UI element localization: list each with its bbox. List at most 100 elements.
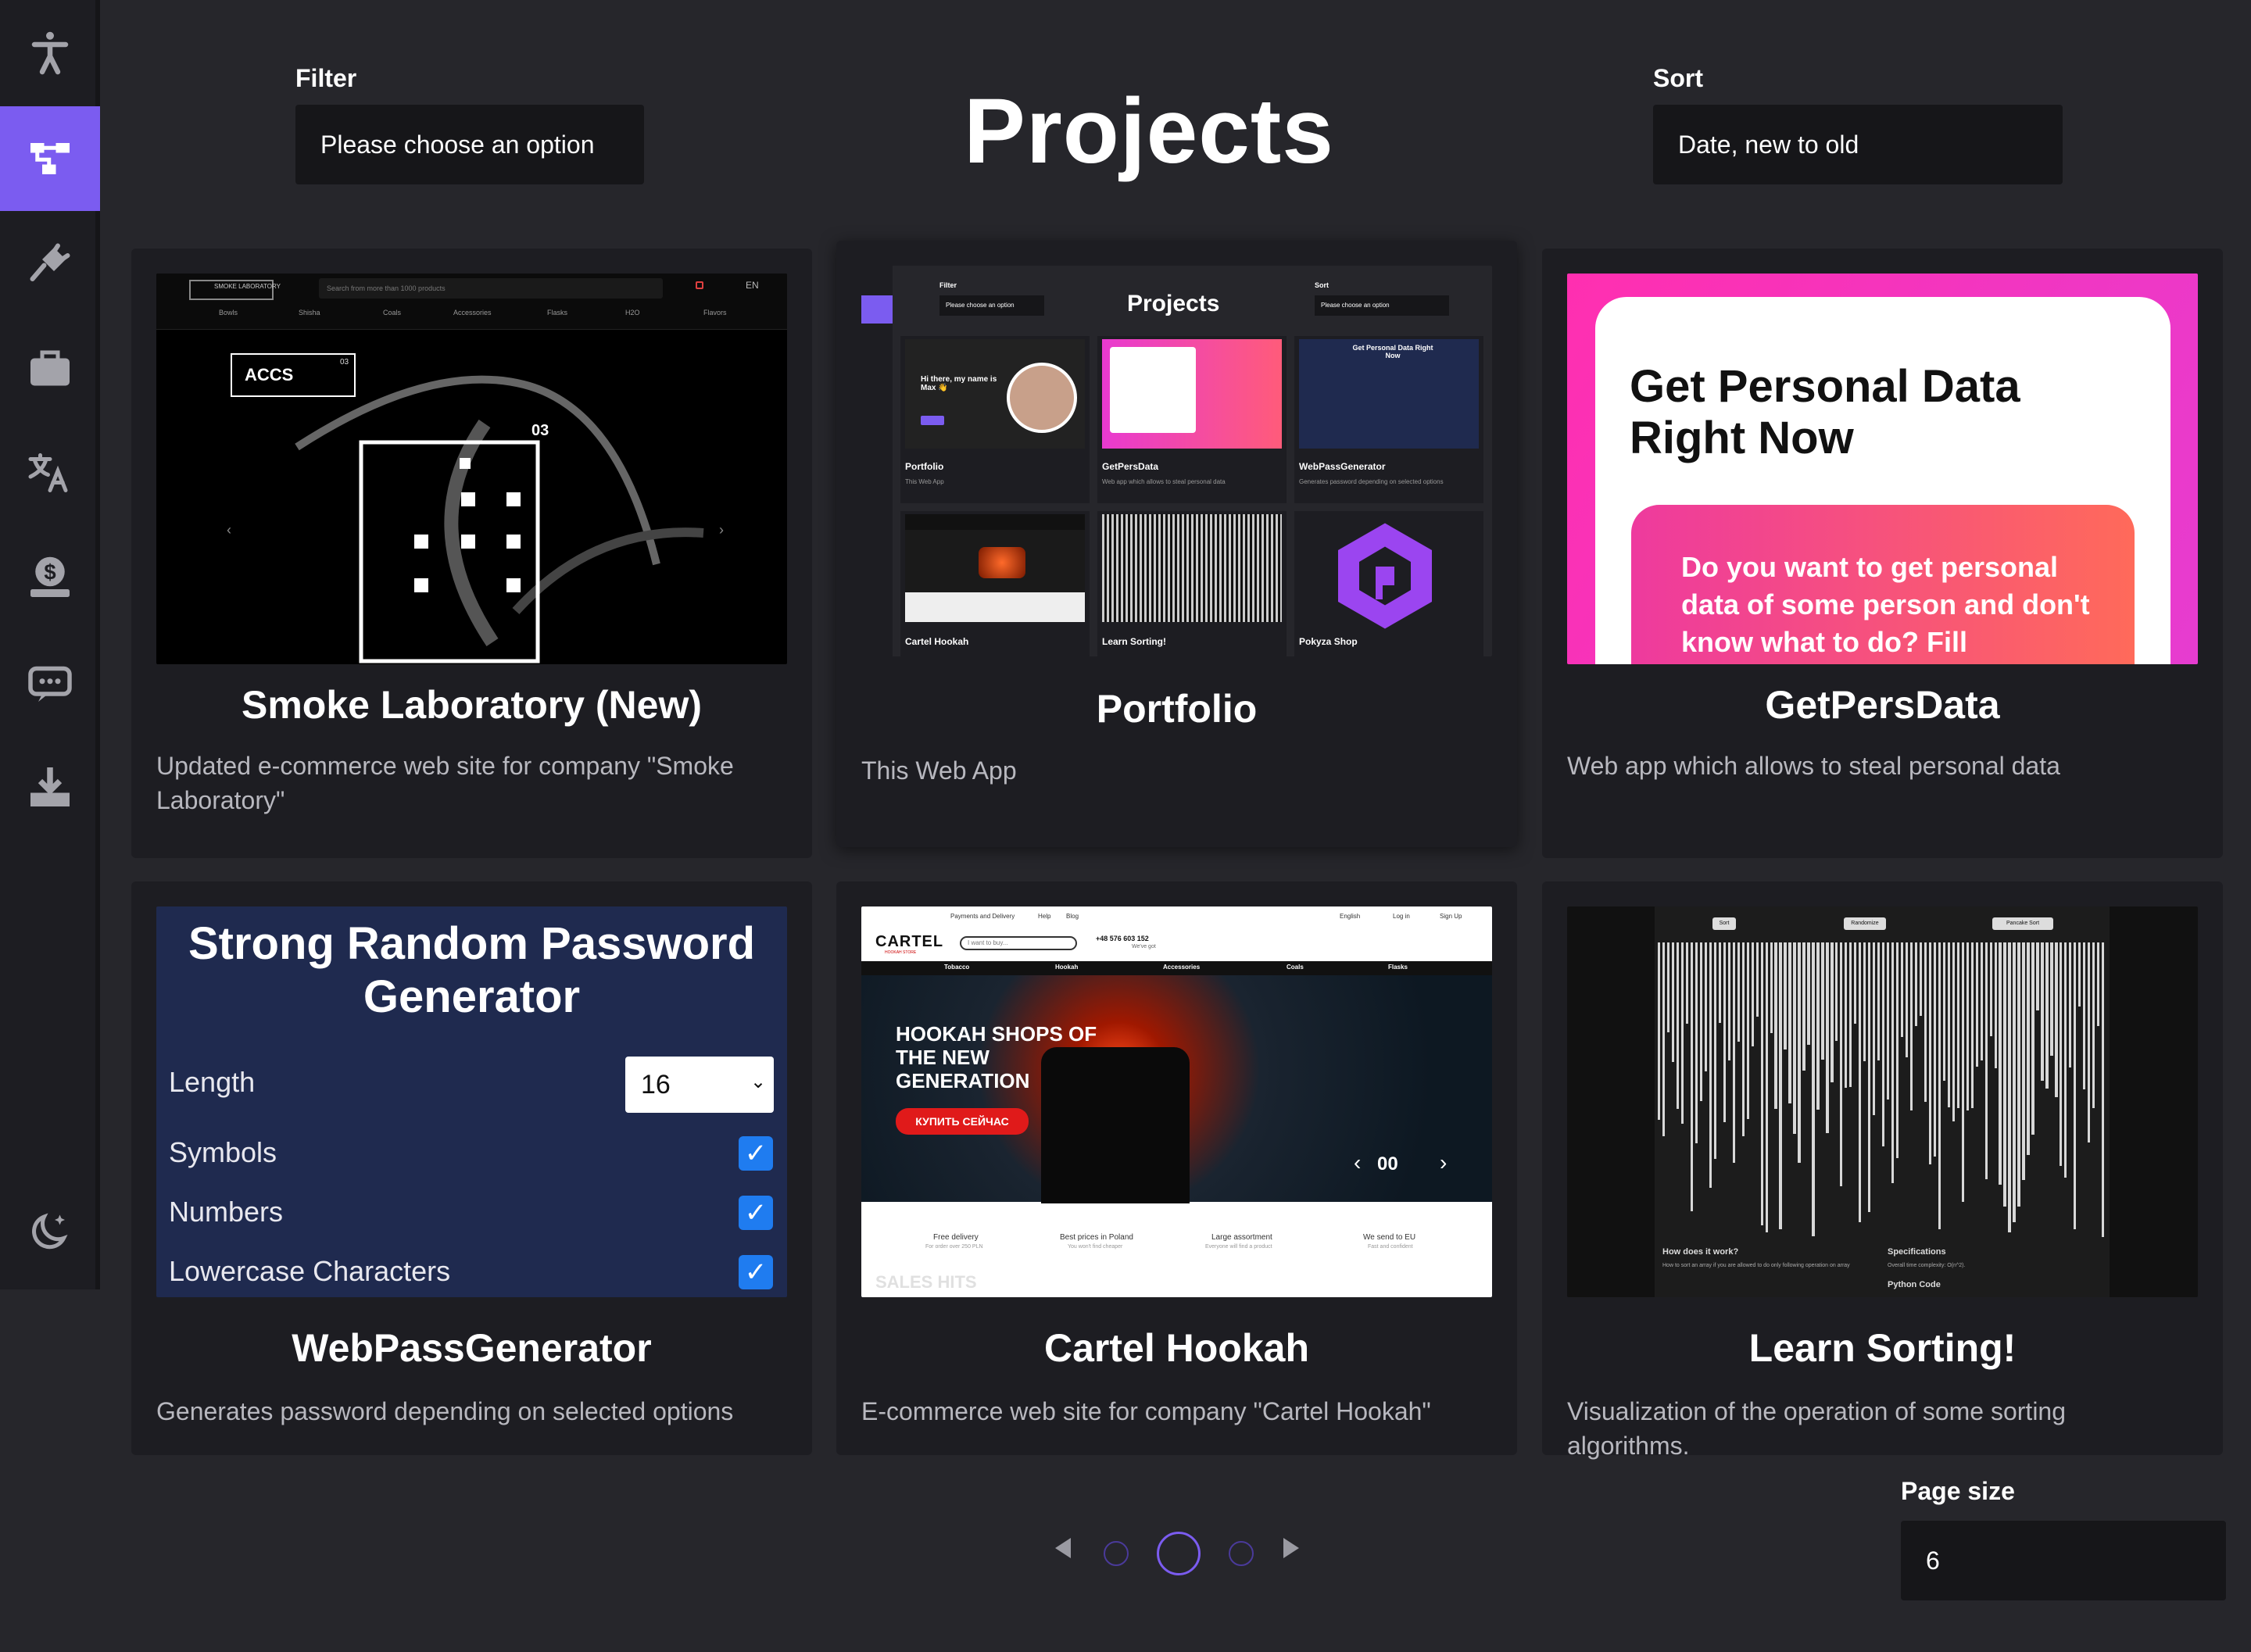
project-thumbnail: SMOKE LABORATORY Search from more than 1… bbox=[156, 274, 787, 664]
svg-text:›: › bbox=[719, 522, 724, 538]
site-logo: SMOKE LABORATORY bbox=[189, 280, 281, 300]
prev-page-icon[interactable] bbox=[1055, 1538, 1071, 1558]
contact-nav-button[interactable] bbox=[0, 630, 100, 735]
sort-bar bbox=[2102, 942, 2105, 1238]
page-dot[interactable] bbox=[1104, 1541, 1129, 1566]
mini-card-title: Cartel Hookah bbox=[905, 636, 969, 647]
download-icon bbox=[30, 767, 70, 806]
sort-bar bbox=[1699, 942, 1703, 1102]
sort-bar bbox=[1723, 942, 1726, 1122]
filter-select[interactable]: Please choose an option bbox=[295, 105, 644, 184]
theme-toggle-button[interactable] bbox=[0, 1180, 100, 1285]
project-card[interactable]: Filter Please choose an option Projects … bbox=[836, 241, 1517, 847]
sort-bar bbox=[1961, 942, 1964, 1202]
cartel-feature-sub: Fast and confident bbox=[1368, 1244, 1413, 1250]
sort-bar bbox=[1798, 942, 1801, 1163]
sort-bar bbox=[2045, 942, 2049, 1089]
sort-question: How does it work? bbox=[1662, 1247, 1739, 1257]
sort-bar bbox=[1713, 942, 1717, 1160]
mini-sort: Please choose an option bbox=[1315, 295, 1449, 316]
cartel-nav-item: Coals bbox=[1287, 964, 1304, 971]
project-description: This Web App bbox=[861, 756, 1017, 785]
sort-bar bbox=[2055, 942, 2058, 1098]
checkbox-checked-icon: ✓ bbox=[739, 1196, 773, 1230]
project-card[interactable]: Payments and Delivery Help Blog English … bbox=[836, 881, 1517, 1455]
checkbox-checked-icon: ✓ bbox=[739, 1255, 773, 1289]
sort-spec-body: Overall time complexity: O(n^2). bbox=[1888, 1263, 1966, 1268]
sort-bar bbox=[1994, 942, 1997, 1069]
sort-spec: Specifications bbox=[1888, 1247, 1946, 1257]
project-card[interactable]: SMOKE LABORATORY Search from more than 1… bbox=[131, 249, 812, 858]
project-card[interactable]: Strong Random Password Generator Length … bbox=[131, 881, 812, 1455]
experience-nav-button[interactable] bbox=[0, 316, 100, 420]
sort-bar bbox=[2008, 942, 2011, 1232]
pass-option-label: Lowercase Characters bbox=[169, 1255, 451, 1287]
skills-nav-button[interactable] bbox=[0, 211, 100, 316]
sort-bar bbox=[2003, 942, 2006, 1207]
projects-nav-button[interactable] bbox=[0, 106, 100, 211]
next-page-icon[interactable] bbox=[1283, 1538, 1299, 1558]
sort-bar bbox=[1905, 942, 1909, 1058]
sort-bar bbox=[1956, 942, 1959, 1108]
sort-bar bbox=[1680, 942, 1684, 1124]
sort-select[interactable]: Date, new to old bbox=[1653, 105, 2063, 184]
sort-bar bbox=[2083, 942, 2086, 1089]
sort-bar bbox=[1770, 942, 1773, 1034]
page-dot-active[interactable] bbox=[1157, 1532, 1201, 1575]
getpers-body: Do you want to get personal data of some… bbox=[1681, 551, 2090, 658]
project-card[interactable]: Sort Randomize Pancake Sort How does it … bbox=[1542, 881, 2223, 1460]
accessibility-button[interactable] bbox=[0, 0, 100, 105]
sort-bar bbox=[1746, 942, 1749, 1120]
sort-bar bbox=[2074, 942, 2077, 1229]
sort-bar bbox=[2078, 942, 2081, 1007]
download-nav-button[interactable] bbox=[0, 735, 100, 839]
cartel-topnav-item: Payments and Delivery bbox=[950, 913, 1015, 920]
cartel-search: I want to buy... bbox=[960, 936, 1077, 950]
page-dot[interactable] bbox=[1229, 1541, 1254, 1566]
cartel-sales-heading: SALES HITS bbox=[875, 1272, 977, 1292]
sort-bar bbox=[1942, 942, 1945, 1082]
cartel-feature-title: Best prices in Poland bbox=[1060, 1233, 1133, 1242]
sort-bar bbox=[1662, 942, 1666, 1137]
mini-card-title: Learn Sorting! bbox=[1102, 636, 1167, 647]
sort-bar bbox=[1966, 942, 1969, 1111]
briefcase-icon bbox=[30, 350, 70, 386]
sort-bar bbox=[1975, 942, 1978, 1067]
cartel-feature-sub: For order over 250 PLN bbox=[925, 1244, 983, 1250]
sort-bar bbox=[1816, 942, 1820, 1110]
sort-button: Sort bbox=[1712, 917, 1736, 930]
mini-card-desc: This Web App bbox=[905, 478, 944, 485]
sort-bar bbox=[1755, 942, 1759, 1017]
mini-card-desc: Generates password depending on selected… bbox=[1299, 478, 1444, 485]
sort-bar bbox=[1877, 942, 1881, 1060]
project-thumbnail: Strong Random Password Generator Length … bbox=[156, 906, 787, 1297]
cartel-hero-text: HOOKAH SHOPS OF THE NEW GENERATION bbox=[896, 1022, 1097, 1092]
project-description: Web app which allows to steal personal d… bbox=[1567, 752, 2060, 780]
cartel-nav-item: Flasks bbox=[1388, 964, 1408, 971]
project-description: Updated e-commerce web site for company … bbox=[156, 752, 734, 814]
cartel-logo-sub: HOOKAH STORE bbox=[885, 950, 917, 955]
plug-icon bbox=[30, 243, 70, 281]
page-size-select[interactable]: 6 bbox=[1901, 1521, 2226, 1600]
cartel-signup: Sign Up bbox=[1440, 913, 1462, 920]
project-title: Learn Sorting! bbox=[1748, 1326, 2017, 1370]
mini-card-title: WebPassGenerator bbox=[1299, 461, 1386, 472]
project-description: E-commerce web site for company "Cartel … bbox=[861, 1397, 1431, 1425]
sort-bar bbox=[1873, 942, 1876, 1116]
mini-pass-heading: Get Personal Data Right Now bbox=[1352, 344, 1433, 359]
sort-bar bbox=[1914, 942, 1918, 1027]
sort-bar bbox=[1886, 942, 1890, 1100]
language-nav-button[interactable] bbox=[0, 420, 100, 525]
sort-bar bbox=[1793, 942, 1796, 1135]
donate-nav-button[interactable]: $ bbox=[0, 525, 100, 630]
sort-bar bbox=[1868, 942, 1871, 1213]
sort-bar bbox=[2060, 942, 2063, 1166]
project-title: Portfolio bbox=[1096, 687, 1258, 731]
sort-bar bbox=[2017, 942, 2020, 1207]
hero-slide-number: 03 bbox=[531, 422, 549, 439]
cartel-nav-item: Accessories bbox=[1163, 964, 1201, 971]
project-card[interactable]: Get Personal Data Right Now Do you want … bbox=[1542, 249, 2223, 858]
sort-bar bbox=[2031, 942, 2034, 1135]
sort-bar bbox=[1784, 942, 1787, 1049]
projects-tree-icon bbox=[30, 143, 70, 174]
